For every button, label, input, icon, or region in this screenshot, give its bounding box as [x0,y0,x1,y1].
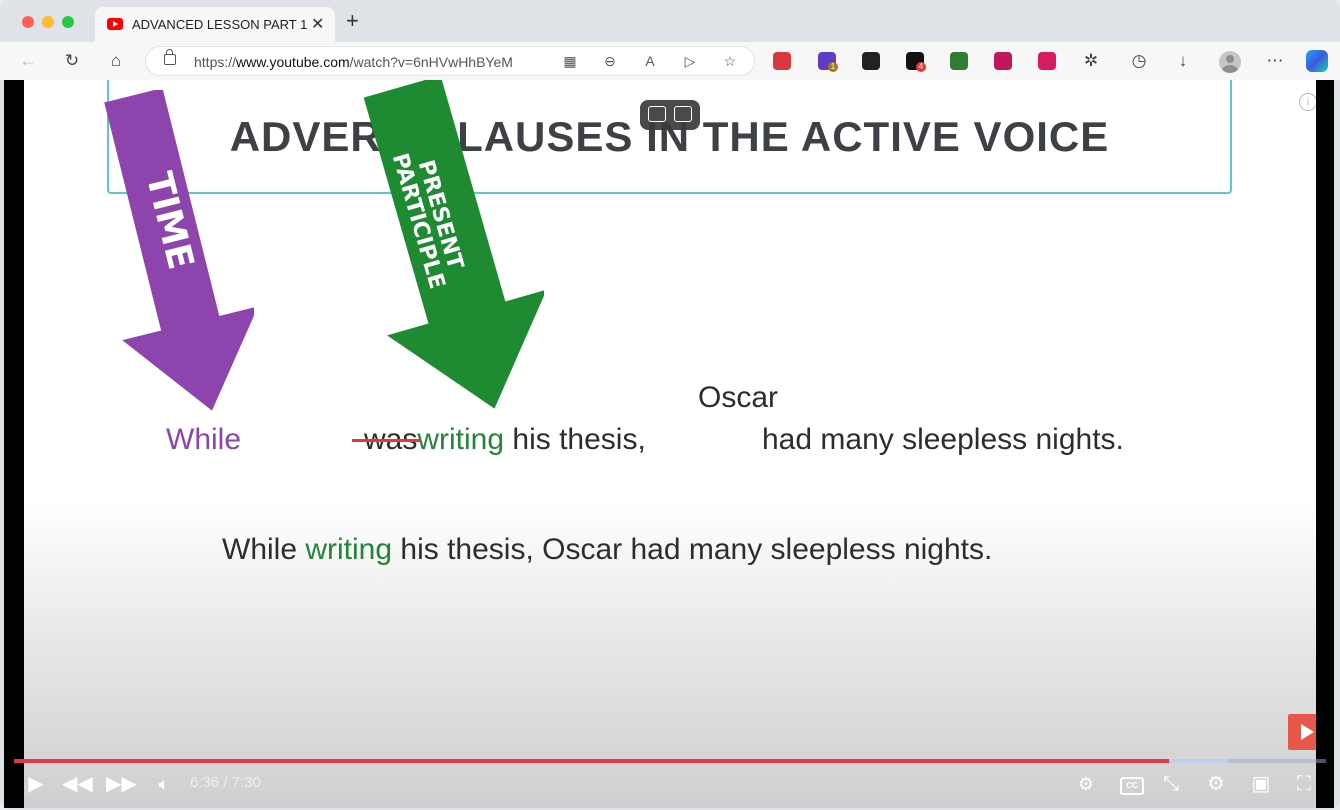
board-extension-icon[interactable] [994,52,1012,70]
close-tab-icon[interactable]: ✕ [311,14,324,34]
search-extension-icon[interactable] [773,52,791,70]
home-icon[interactable]: ⌂ [105,50,127,72]
play-icon[interactable]: ▶ [24,772,48,796]
browser-window: ADVANCED LESSON PART 1: H ✕ + ← ↻ ⌂ http… [0,0,1340,810]
struck-was-word: was [364,423,418,456]
more-menu-icon[interactable]: ⋯ [1264,50,1286,72]
downloads-icon[interactable]: ↓ [1172,50,1194,72]
sentence1-while: While [166,423,241,457]
player-extension-icon[interactable] [1038,52,1056,70]
settings-gear-icon[interactable]: ⚙ [1204,772,1228,796]
apps-icon[interactable]: ▦ [560,51,580,71]
zoom-window-button[interactable] [62,16,74,28]
extensions-puzzle-icon[interactable]: ✲ [1080,50,1102,72]
read-aloud-icon[interactable]: A [640,51,660,71]
lock-icon [164,49,176,65]
fast-forward-icon[interactable]: ▶▶ [106,772,137,796]
tab-strip: ADVANCED LESSON PART 1: H ✕ + [0,0,1340,42]
download-extension-icon[interactable] [950,52,968,70]
captions-icon[interactable]: CC [1120,777,1144,795]
sentence2: While writing his thesis, Oscar had many… [222,533,992,567]
zoom-out-icon[interactable]: ⊖ [600,51,620,71]
puzzle-extension-icon[interactable]: 1 [818,52,838,72]
minimize-window-button[interactable] [42,16,54,28]
rewind-icon[interactable]: ◀◀ [62,772,93,796]
autoplay-settings-icon[interactable]: ⚙︎ [1072,772,1100,796]
media-icon[interactable]: ▷ [680,51,700,71]
copilot-icon[interactable] [1306,50,1328,72]
browser-tab[interactable]: ADVANCED LESSON PART 1: H ✕ [95,7,335,42]
time-display: 6:36 / 7:30 [190,774,261,791]
progress-bar[interactable] [14,759,1326,763]
favorite-star-icon[interactable]: ☆ [720,51,740,71]
picture-in-picture-icon[interactable] [674,106,692,122]
close-window-button[interactable] [22,16,34,28]
reload-icon[interactable]: ↻ [61,50,83,72]
sentence2-start: While [222,533,306,566]
sentence1-rest: his thesis, [512,423,646,456]
sentence1-end: had many sleepless nights. [762,423,1124,456]
fullscreen-icon[interactable]: ⛶ [1291,772,1317,796]
browser-toolbar: ← ↻ ⌂ https://www.youtube.com/watch?v=6n… [0,42,1340,80]
extension-badge: 1 [828,62,838,72]
video-frame: ADVERB CLAUSES IN THE ACTIVE VOICE TIME … [24,80,1316,808]
address-bar[interactable]: https://www.youtube.com/watch?v=6nHVwHhB… [145,46,755,76]
miniplayer-pill[interactable] [640,100,700,130]
video-player[interactable]: ADVERB CLAUSES IN THE ACTIVE VOICE TIME … [4,80,1334,808]
exit-theater-icon[interactable]: ⤡ [1159,772,1183,796]
volume-icon[interactable]: 🔈︎ [152,772,176,796]
extension-badge: 4 [916,62,926,72]
new-tab-icon[interactable]: + [346,10,359,32]
url-text[interactable]: https://www.youtube.com/watch?v=6nHVwHhB… [194,54,513,70]
tab-title: ADVANCED LESSON PART 1: H [132,17,307,32]
writing-word: writing [417,423,505,456]
info-icon[interactable]: i [1299,93,1316,111]
played-bar [14,759,1169,763]
tabs-extension-icon[interactable]: 4 [906,52,926,72]
slide-title-box: ADVERB CLAUSES IN THE ACTIVE VOICE [107,80,1232,194]
url-prefix: https:// [194,54,237,70]
history-icon[interactable]: ◷ [1128,50,1150,72]
endscreen-play-icon[interactable] [1288,714,1316,750]
back-icon[interactable]: ← [17,50,39,72]
subject-oscar: Oscar [698,381,779,414]
sentence1-clause: waswriting his thesis, [364,423,646,457]
sentence2-end: his thesis, Oscar had many sleepless nig… [392,533,993,566]
shuffle-extension-icon[interactable] [862,52,880,70]
profile-avatar[interactable] [1219,51,1241,73]
sentence2-writing: writing [305,533,393,566]
url-host: www.youtube.com [236,54,350,70]
resize-icon[interactable] [648,106,666,122]
url-path: /watch?v=6nHVwHhBYeM [349,54,513,70]
youtube-icon [107,18,123,30]
miniplayer-icon[interactable]: ▣ [1248,772,1274,796]
while-word: While [166,423,242,456]
